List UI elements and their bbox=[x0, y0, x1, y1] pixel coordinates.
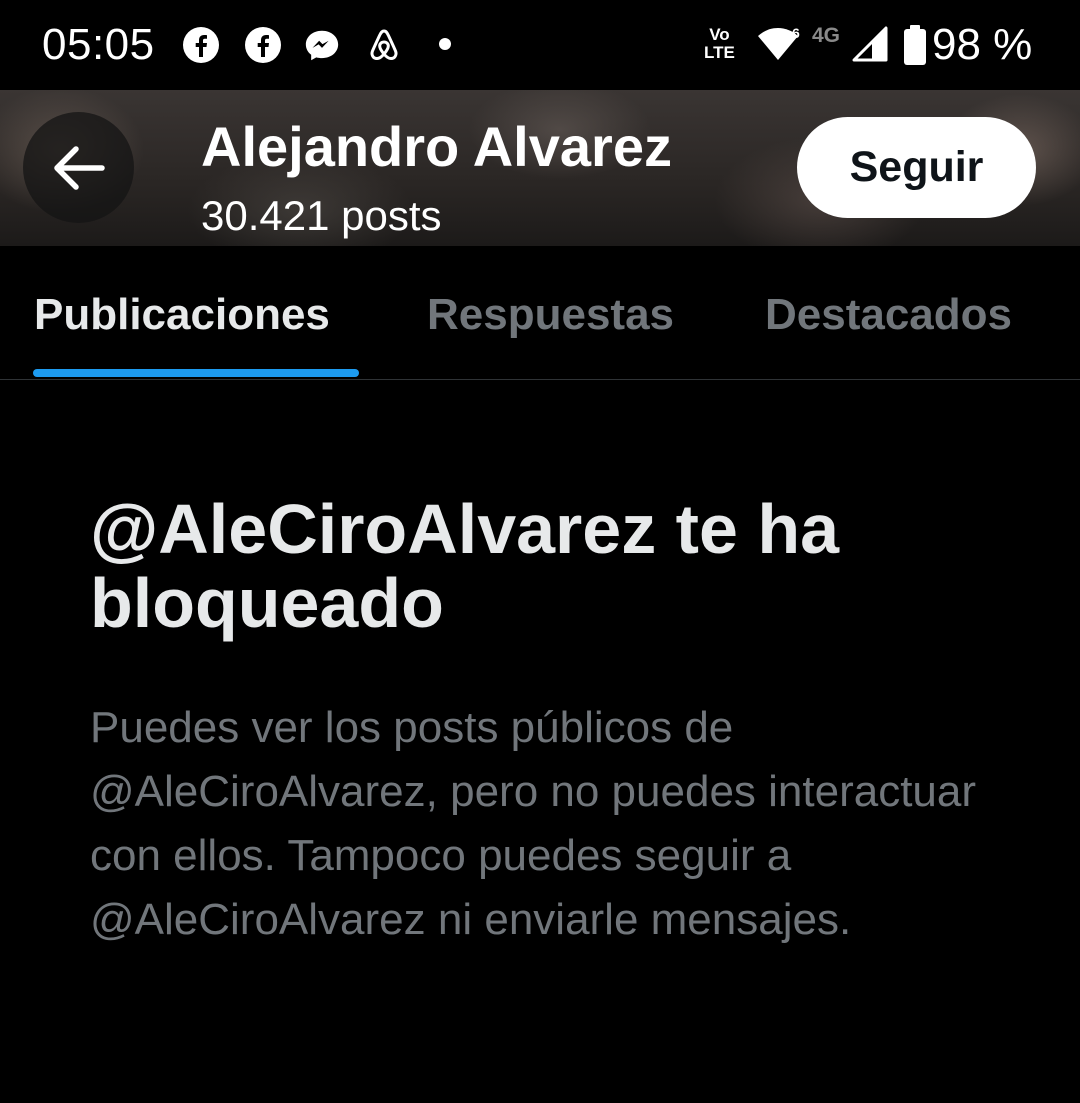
profile-header: Alejandro Alvarez 30.421 posts Seguir bbox=[0, 90, 1080, 246]
volte-bottom: LTE bbox=[704, 43, 735, 62]
wifi-icon: 6 bbox=[758, 25, 800, 60]
status-bar: 05:05 Vo LTE 6 4G 98 % bbox=[0, 0, 1080, 90]
battery-percent: 98 % bbox=[932, 20, 1033, 69]
active-tab-indicator bbox=[33, 369, 359, 377]
profile-post-count: 30.421 posts bbox=[201, 192, 442, 239]
tab-respuestas[interactable]: Respuestas bbox=[427, 290, 674, 340]
svg-text:6: 6 bbox=[792, 25, 800, 41]
volte-top: Vo bbox=[709, 25, 730, 44]
tab-publicaciones[interactable]: Publicaciones bbox=[34, 290, 330, 340]
profile-tabs: Publicaciones Respuestas Destacados bbox=[0, 246, 1080, 380]
follow-button[interactable]: Seguir bbox=[797, 117, 1036, 218]
messenger-icon bbox=[305, 30, 339, 61]
facebook-icon bbox=[245, 27, 281, 63]
blocked-title: @AleCiroAlvarez te ha bloqueado bbox=[90, 490, 840, 642]
volte-indicator: Vo LTE bbox=[704, 26, 735, 62]
back-button[interactable] bbox=[23, 112, 134, 223]
network-type-label: 4G bbox=[812, 24, 841, 47]
profile-name: Alejandro Alvarez bbox=[201, 115, 672, 178]
tab-destacados[interactable]: Destacados bbox=[765, 290, 1012, 340]
cell-signal-icon bbox=[852, 26, 888, 62]
blocked-description: Puedes ver los posts públicos de @AleCir… bbox=[90, 703, 977, 944]
battery-icon bbox=[904, 25, 926, 65]
facebook-icon bbox=[183, 27, 219, 63]
arrow-left-icon bbox=[53, 145, 105, 190]
airbnb-icon bbox=[370, 29, 398, 60]
notification-dot-icon bbox=[439, 38, 451, 50]
status-time: 05:05 bbox=[42, 20, 155, 69]
